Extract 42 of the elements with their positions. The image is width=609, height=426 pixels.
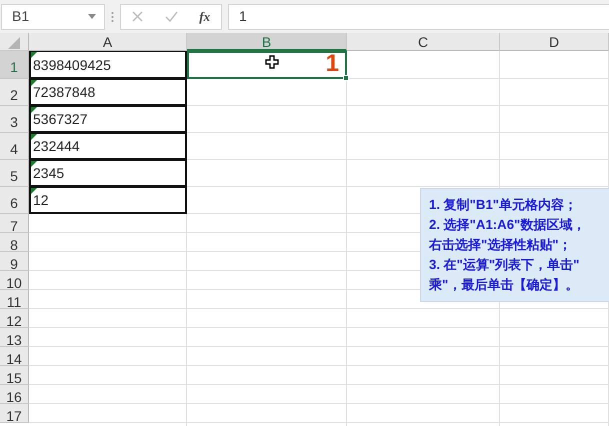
row-header[interactable]: 5 [0,160,29,187]
instruction-line: 1. 复制"B1"单元格内容； [429,196,578,214]
row-header[interactable]: 15 [0,366,29,385]
insert-function-button[interactable]: fx [199,6,210,26]
name-box-text: B1 [12,7,30,26]
row-header[interactable]: 12 [0,309,29,328]
instruction-line: 右击选择"选择性粘贴"； [429,236,572,254]
dropdown-icon[interactable] [88,14,96,19]
table-cell[interactable]: 232444 [29,133,187,160]
row-header[interactable]: 16 [0,385,29,404]
instruction-line: 3. 在"运算"列表下，单击" [429,256,580,274]
table-cell[interactable]: 8398409425 [29,51,187,79]
row-header[interactable]: 8 [0,233,29,252]
fill-handle[interactable] [343,75,349,81]
column-header[interactable]: C [347,33,500,51]
row-header[interactable]: 9 [0,252,29,271]
table-cell[interactable]: 2345 [29,160,187,187]
column-header[interactable]: A [29,33,187,51]
row-header[interactable]: 2 [0,79,29,106]
row-header[interactable]: 10 [0,271,29,290]
row-header[interactable]: 14 [0,347,29,366]
drag-handle-icon [111,10,114,22]
table-cell[interactable]: 72387848 [29,79,187,106]
column-header[interactable]: B [187,33,347,51]
select-all-icon[interactable] [8,37,20,50]
row-header[interactable]: 3 [0,106,29,133]
row-header[interactable]: 17 [0,404,29,423]
formula-input[interactable]: 1 [228,4,609,30]
name-box[interactable]: B1 [1,4,105,30]
row-header[interactable]: 7 [0,214,29,233]
cross-cursor-icon [265,55,279,69]
row-header[interactable]: 4 [0,133,29,160]
row-header[interactable]: 1 [0,51,29,79]
row-header[interactable]: 11 [0,290,29,309]
table-cell[interactable]: 5367327 [29,106,187,133]
row-header[interactable]: 13 [0,328,29,347]
column-header[interactable]: D [500,33,609,51]
table-cell[interactable]: 12 [29,187,187,214]
table-cell[interactable]: 1 [187,51,347,79]
row-header[interactable]: 6 [0,187,29,214]
instruction-line: 乘"，最后单击【确定】。 [429,276,578,294]
instruction-line: 2. 选择"A1:A6"数据区域， [429,216,586,234]
